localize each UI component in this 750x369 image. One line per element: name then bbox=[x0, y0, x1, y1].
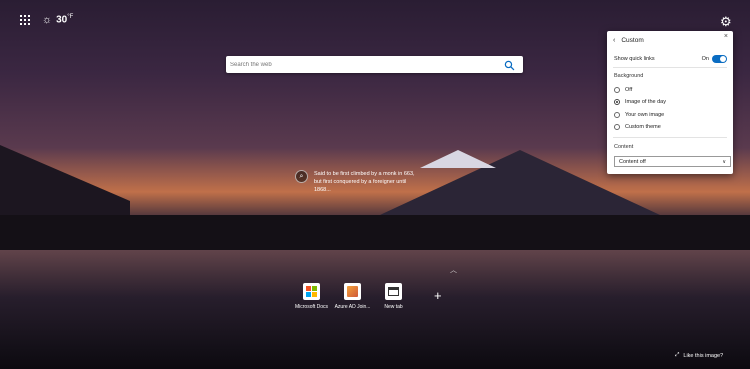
like-image-button[interactable]: ⤢ Like this image? bbox=[675, 352, 723, 359]
quick-links: Microsoft Docs Azure AD Join... New tab bbox=[294, 283, 411, 310]
weather-widget[interactable]: ☼ 30°F bbox=[42, 14, 73, 26]
chevron-up-icon[interactable]: ︿ bbox=[450, 265, 457, 275]
like-image-label: Like this image? bbox=[683, 352, 724, 359]
azure-icon bbox=[344, 283, 361, 300]
image-caption[interactable]: ⌕ Said to be first climbed by a monk in … bbox=[295, 170, 420, 194]
new-tab-icon bbox=[385, 283, 402, 300]
top-bar: ☼ 30°F bbox=[20, 14, 73, 26]
content-section-label: Content bbox=[614, 144, 634, 150]
quick-link-microsoft-docs[interactable]: Microsoft Docs bbox=[294, 283, 329, 310]
chevron-left-icon[interactable]: ‹ bbox=[613, 37, 615, 44]
quick-link-label: New tab bbox=[384, 304, 403, 310]
content-select[interactable]: Content off ∨ bbox=[614, 156, 731, 167]
show-quick-links-toggle[interactable] bbox=[712, 55, 727, 63]
gear-icon[interactable]: ⚙ bbox=[720, 14, 732, 30]
sun-icon: ☼ bbox=[42, 14, 53, 26]
radio-off bbox=[614, 87, 620, 93]
radio-image-of-the-day bbox=[614, 99, 620, 105]
background-option-label: Custom theme bbox=[625, 124, 661, 130]
background-ground bbox=[0, 215, 750, 250]
radio-your-own-image bbox=[614, 112, 620, 118]
background-section-label: Background bbox=[614, 73, 644, 79]
show-quick-links-state: On bbox=[701, 56, 709, 62]
image-info-icon: ⌕ bbox=[295, 170, 308, 183]
search-box bbox=[226, 56, 523, 73]
radio-custom-theme bbox=[614, 124, 620, 130]
divider bbox=[613, 67, 727, 68]
chevron-down-icon: ∨ bbox=[722, 158, 726, 165]
quick-link-azure-ad-join[interactable]: Azure AD Join... bbox=[335, 283, 370, 310]
divider bbox=[613, 137, 727, 138]
background-mountain-snowcap bbox=[420, 150, 496, 168]
quick-link-new-tab[interactable]: New tab bbox=[376, 283, 411, 310]
search-input[interactable] bbox=[230, 56, 490, 73]
quick-link-label: Azure AD Join... bbox=[334, 304, 371, 310]
background-option-your-own-image[interactable]: Your own image bbox=[614, 112, 664, 118]
apps-grid-icon[interactable] bbox=[20, 15, 30, 25]
content-select-value: Content off bbox=[619, 158, 646, 165]
close-icon[interactable]: × bbox=[724, 33, 728, 40]
background-option-label: Image of the day bbox=[625, 99, 666, 105]
background-option-label: Your own image bbox=[625, 112, 665, 118]
add-quick-link-button[interactable]: + bbox=[434, 288, 442, 303]
background-option-label: Off bbox=[625, 87, 633, 93]
temperature: 30°F bbox=[56, 14, 74, 26]
show-quick-links-label: Show quick links bbox=[614, 56, 655, 62]
panel-header: ‹ Custom bbox=[613, 37, 644, 44]
expand-icon: ⤢ bbox=[675, 352, 680, 358]
search-icon[interactable] bbox=[504, 58, 517, 71]
image-caption-text: Said to be first climbed by a monk in 66… bbox=[314, 171, 415, 193]
panel-title: Custom bbox=[621, 37, 644, 44]
background-option-image-of-the-day[interactable]: Image of the day bbox=[614, 99, 666, 105]
background-option-off[interactable]: Off bbox=[614, 87, 632, 93]
page-settings-panel: ‹ Custom × Show quick links On Backgroun… bbox=[607, 31, 733, 174]
quick-link-label: Microsoft Docs bbox=[294, 304, 329, 310]
microsoft-logo-icon bbox=[303, 283, 320, 300]
show-quick-links-row: Show quick links On bbox=[614, 55, 727, 63]
temperature-unit: °F bbox=[67, 14, 74, 21]
background-option-custom-theme[interactable]: Custom theme bbox=[614, 124, 661, 130]
